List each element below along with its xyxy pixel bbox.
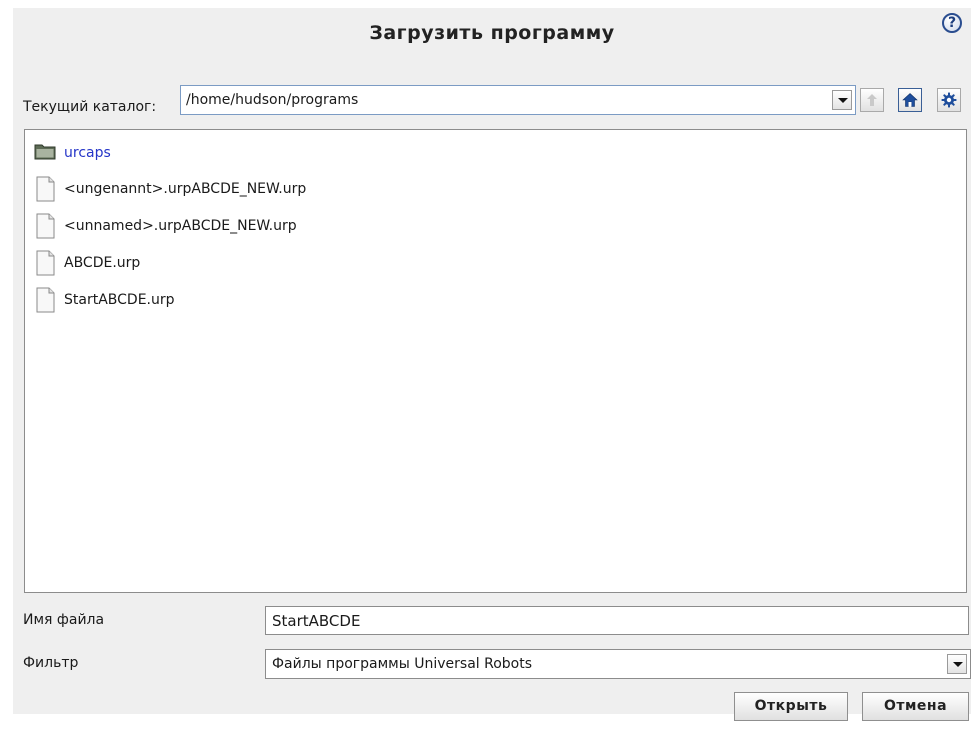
list-item[interactable]: ABCDE.urp [34,250,634,276]
gear-icon [941,92,957,108]
file-name: urcaps [64,145,111,161]
list-item[interactable]: urcaps [34,140,634,166]
home-button[interactable] [898,88,922,112]
file-icon [36,176,55,202]
current-directory-value: /home/hudson/programs [186,92,359,108]
help-icon[interactable]: ? [942,13,962,33]
file-list[interactable]: urcaps <ungenannt>.urpABCDE_NEW.urp <unn… [24,129,967,593]
file-name: <unnamed>.urpABCDE_NEW.urp [64,218,297,234]
current-directory-combo[interactable]: /home/hudson/programs [180,85,856,115]
file-icon [36,287,55,313]
filter-combo[interactable]: Файлы программы Universal Robots [265,649,971,679]
filename-input[interactable] [265,606,969,635]
home-icon [902,93,918,107]
arrow-up-icon [867,94,877,106]
current-directory-label: Текущий каталог: [23,99,157,115]
file-name: ABCDE.urp [64,255,141,271]
cancel-button[interactable]: Отмена [862,692,969,721]
chevron-down-icon[interactable] [947,654,967,674]
up-directory-button[interactable] [860,88,884,112]
dialog-title: Загрузить программу [369,22,615,44]
folder-icon [34,144,56,160]
file-icon [36,250,55,276]
list-item[interactable]: <ungenannt>.urpABCDE_NEW.urp [34,176,634,202]
file-name: StartABCDE.urp [64,292,175,308]
open-button[interactable]: Открыть [734,692,848,721]
filename-label: Имя файла [23,612,105,628]
list-item[interactable]: StartABCDE.urp [34,287,634,313]
load-program-dialog: Загрузить программу ? Текущий каталог: /… [13,8,971,721]
list-item[interactable]: <unnamed>.urpABCDE_NEW.urp [34,213,634,239]
filter-label: Фильтр [23,655,79,671]
chevron-down-icon[interactable] [832,90,852,110]
filter-value: Файлы программы Universal Robots [272,656,533,672]
settings-button[interactable] [937,88,961,112]
file-icon [36,213,55,239]
file-name: <ungenannt>.urpABCDE_NEW.urp [64,181,307,197]
